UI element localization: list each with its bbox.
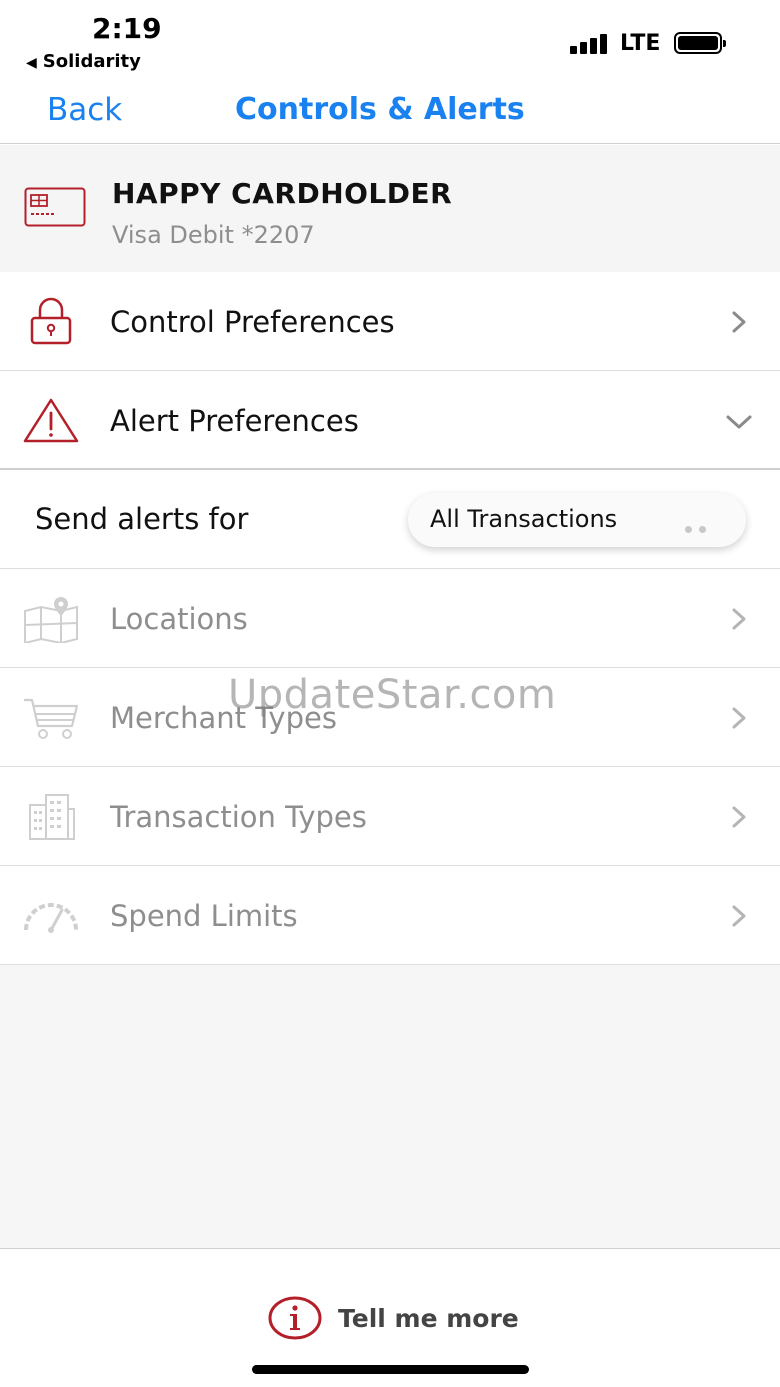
- alerts-scope-selector[interactable]: All Transactions: [408, 493, 746, 547]
- card-header: HAPPY CARDHOLDER Visa Debit *2207: [0, 145, 780, 272]
- locations-label: Locations: [110, 602, 248, 636]
- control-preferences-row[interactable]: Control Preferences: [0, 272, 780, 371]
- chevron-right-icon: [732, 905, 746, 927]
- transaction-types-label: Transaction Types: [110, 800, 367, 834]
- spend-limits-label: Spend Limits: [110, 899, 298, 933]
- toggle-dots-icon: [678, 518, 706, 537]
- alerts-scope-value: All Transactions: [430, 505, 618, 533]
- signal-icon: [570, 32, 610, 54]
- control-preferences-label: Control Preferences: [110, 305, 395, 339]
- home-indicator[interactable]: [252, 1365, 529, 1374]
- alert-preferences-row[interactable]: Alert Preferences: [0, 371, 780, 470]
- speedometer-icon: [24, 903, 78, 933]
- battery-icon: [674, 32, 726, 54]
- shopping-cart-icon: [24, 698, 79, 739]
- transaction-types-row[interactable]: Transaction Types: [0, 767, 780, 866]
- back-to-app[interactable]: ◀ Solidarity: [26, 51, 141, 72]
- chevron-right-icon: [732, 311, 746, 333]
- warning-triangle-icon: [23, 398, 79, 443]
- credit-card-icon: [24, 187, 86, 227]
- lock-icon: [30, 297, 72, 345]
- page-title: Controls & Alerts: [235, 92, 525, 127]
- locations-row[interactable]: Locations: [0, 569, 780, 668]
- footer: Tell me more: [0, 1248, 780, 1387]
- empty-area: [0, 965, 780, 1248]
- network-label: LTE: [620, 31, 661, 56]
- back-arrow-icon: ◀: [26, 55, 37, 71]
- chevron-right-icon: [732, 608, 746, 630]
- back-button[interactable]: Back: [47, 92, 122, 128]
- send-alerts-row: Send alerts for All Transactions: [0, 471, 780, 569]
- card-subtitle: Visa Debit *2207: [112, 221, 315, 249]
- chevron-right-icon: [732, 806, 746, 828]
- watermark: UpdateStar.com: [228, 672, 557, 718]
- nav-bar: Back Controls & Alerts: [0, 80, 780, 144]
- spend-limits-row[interactable]: Spend Limits: [0, 866, 780, 965]
- send-alerts-label: Send alerts for: [35, 502, 249, 536]
- info-icon: [268, 1296, 322, 1340]
- chevron-down-icon: [726, 415, 752, 429]
- status-bar: 2:19 ◀ Solidarity LTE: [0, 0, 780, 80]
- cardholder-name: HAPPY CARDHOLDER: [112, 177, 453, 210]
- building-icon: [29, 794, 75, 840]
- chevron-right-icon: [732, 707, 746, 729]
- alert-preferences-label: Alert Preferences: [110, 404, 359, 438]
- status-time: 2:19: [92, 12, 162, 45]
- carrier-label: Solidarity: [42, 51, 141, 72]
- map-pin-icon: [24, 597, 78, 643]
- tell-me-more-label: Tell me more: [338, 1304, 519, 1333]
